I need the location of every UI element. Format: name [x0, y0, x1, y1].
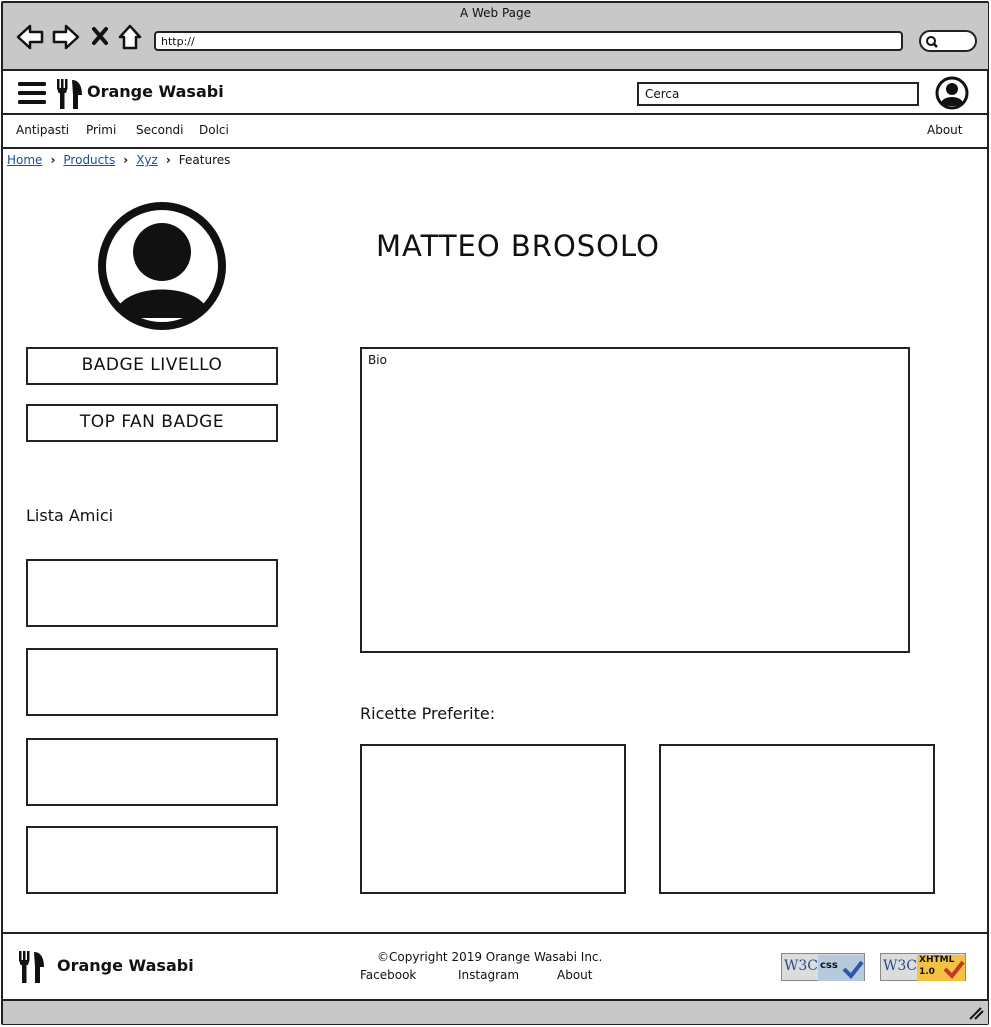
fork-knife-icon: [19, 951, 44, 983]
breadcrumb-home[interactable]: Home: [7, 153, 42, 167]
favorite-recipe-card[interactable]: [659, 744, 935, 894]
category-nav: Antipasti Primi Secondi Dolci About: [3, 117, 988, 149]
home-icon[interactable]: [118, 24, 142, 50]
footer-link-facebook[interactable]: Facebook: [360, 968, 416, 982]
css-label: css: [820, 960, 838, 971]
profile-name: MATTEO BROSOLO: [376, 229, 660, 263]
breadcrumb-xyz[interactable]: Xyz: [136, 153, 158, 167]
favorite-recipe-card[interactable]: [360, 744, 626, 894]
stop-icon[interactable]: [92, 27, 108, 45]
window-title: A Web Page: [459, 6, 532, 20]
browser-search-field[interactable]: [919, 30, 977, 52]
w3c-xhtml-badge[interactable]: W3C XHTML 1.0: [880, 953, 966, 981]
w3c-css-badge[interactable]: W3C css: [781, 953, 865, 981]
footer-link-about[interactable]: About: [557, 968, 592, 982]
copyright-text: ©Copyright 2019 Orange Wasabi Inc.: [377, 950, 603, 964]
hamburger-menu-icon[interactable]: [17, 80, 47, 106]
friend-card[interactable]: [26, 648, 278, 716]
friends-list-heading: Lista Amici: [26, 506, 114, 525]
friend-card[interactable]: [26, 826, 278, 894]
resize-grip-icon[interactable]: [968, 1006, 984, 1020]
bio-box[interactable]: Bio: [360, 347, 910, 653]
badge-level[interactable]: BADGE LIVELLO: [26, 347, 278, 385]
w3c-logo: W3C: [883, 958, 918, 974]
chevron-right-icon: ›: [46, 153, 60, 167]
nav-item-about[interactable]: About: [927, 123, 962, 137]
url-field[interactable]: http://: [154, 31, 903, 51]
profile-avatar[interactable]: [96, 200, 228, 332]
chevron-right-icon: ›: [119, 153, 133, 167]
footer-brand-name: Orange Wasabi: [57, 956, 194, 975]
chevron-right-icon: ›: [161, 153, 175, 167]
nav-item-dolci[interactable]: Dolci: [199, 123, 229, 137]
breadcrumb-products[interactable]: Products: [63, 153, 115, 167]
friend-card[interactable]: [26, 559, 278, 627]
forward-icon[interactable]: [52, 24, 80, 50]
favorite-recipes-heading: Ricette Preferite:: [360, 704, 496, 723]
nav-item-antipasti[interactable]: Antipasti: [16, 123, 69, 137]
w3c-logo: W3C: [784, 958, 819, 974]
fork-knife-icon: [57, 79, 82, 109]
site-search-input[interactable]: Cerca: [637, 82, 919, 106]
status-bar: [3, 999, 988, 1024]
footer-link-instagram[interactable]: Instagram: [458, 968, 519, 982]
brand-name[interactable]: Orange Wasabi: [87, 82, 224, 101]
user-account-icon[interactable]: [935, 76, 969, 110]
nav-item-secondi[interactable]: Secondi: [136, 123, 184, 137]
friend-card[interactable]: [26, 738, 278, 806]
bio-label: Bio: [368, 353, 387, 367]
search-icon: [926, 36, 938, 48]
checkmark-icon: [943, 960, 965, 979]
breadcrumb-current: Features: [178, 153, 231, 167]
breadcrumb: Home › Products › Xyz › Features: [7, 153, 230, 167]
xhtml-version: 1.0: [919, 967, 935, 977]
nav-item-primi[interactable]: Primi: [86, 123, 116, 137]
badge-top-fan[interactable]: TOP FAN BADGE: [26, 404, 278, 442]
back-icon[interactable]: [16, 24, 44, 50]
checkmark-icon: [842, 960, 864, 979]
browser-nav-icons: [16, 24, 142, 50]
